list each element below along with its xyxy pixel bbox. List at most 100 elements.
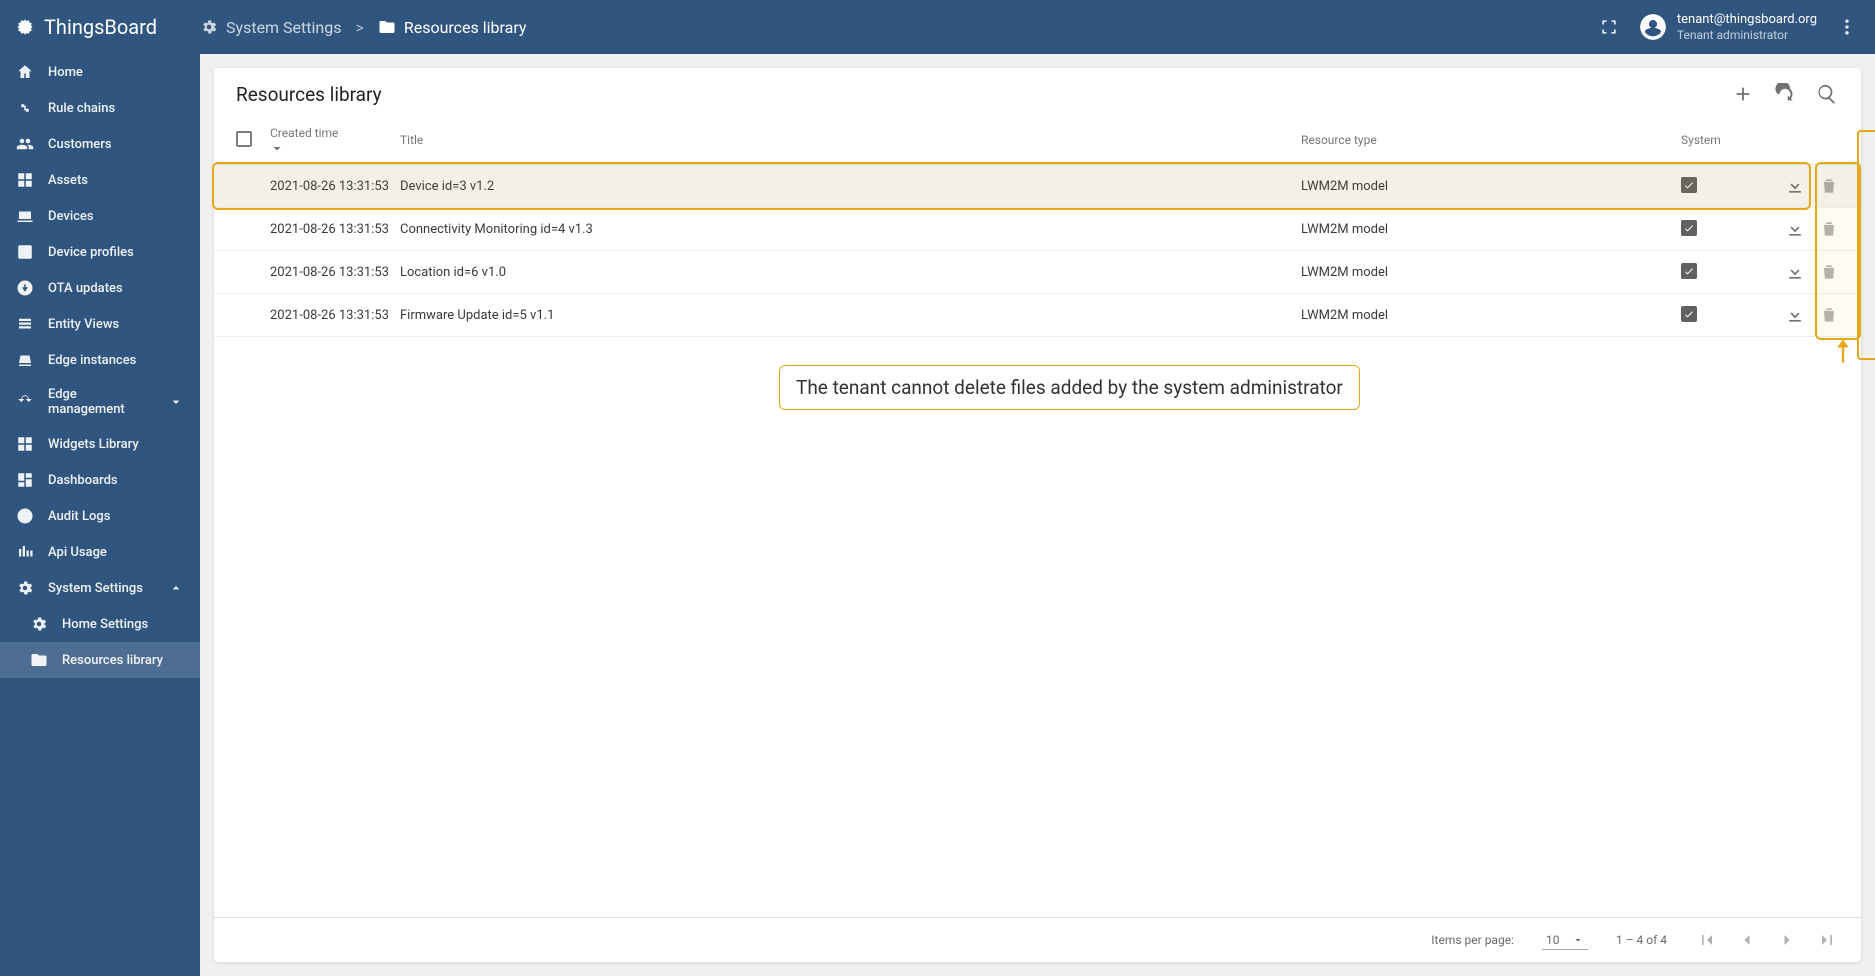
devices-icon [16,207,34,225]
resources-card: Resources library Created time [214,68,1861,962]
cell-title: Firmware Update id=5 v1.1 [400,308,1301,323]
breadcrumb-label: Resources library [404,18,527,37]
sidebar-item-assets[interactable]: Assets [0,162,200,198]
page-title: Resources library [236,83,382,106]
sidebar: Home Rule chains Customers Assets Device… [0,54,200,976]
sidebar-item-dashboards[interactable]: Dashboards [0,462,200,498]
refresh-button[interactable] [1773,82,1797,106]
sidebar-item-label: Rule chains [48,101,115,116]
sidebar-item-label: Widgets Library [48,437,139,452]
download-icon[interactable] [1785,176,1805,196]
chevron-down-icon [168,394,184,410]
cell-type: LWM2M model [1301,179,1681,194]
cell-created: 2021-08-26 13:31:53 [270,179,400,194]
sidebar-item-label: Edge instances [48,353,136,368]
breadcrumb-item-system-settings[interactable]: System Settings [200,18,341,37]
next-page-icon[interactable] [1775,928,1799,952]
download-icon[interactable] [1785,305,1805,325]
dashboard-icon [16,471,34,489]
more-vert-icon[interactable] [1835,15,1859,39]
table-row[interactable]: 2021-08-26 13:31:53 Firmware Update id=5… [214,294,1861,337]
topbar-actions: tenant@thingsboard.org Tenant administra… [1597,12,1859,42]
last-page-icon[interactable] [1815,928,1839,952]
table-body: 2021-08-26 13:31:53 Device id=3 v1.2 LWM… [214,165,1861,917]
search-button[interactable] [1815,82,1839,106]
sidebar-item-device-profiles[interactable]: Device profiles [0,234,200,270]
download-icon[interactable] [1785,219,1805,239]
sidebar-item-rule-chains[interactable]: Rule chains [0,90,200,126]
sort-desc-icon [270,140,400,154]
delete-icon[interactable] [1819,262,1839,282]
sidebar-item-home[interactable]: Home [0,54,200,90]
sidebar-item-label: Home [48,65,83,80]
sidebar-item-audit-logs[interactable]: Audit Logs [0,498,200,534]
gear-icon [200,18,218,36]
paginator-range: 1 – 4 of 4 [1616,933,1667,947]
cell-system [1681,220,1761,238]
sidebar-item-resources-library[interactable]: Resources library [0,642,200,678]
chevron-up-icon [168,580,184,596]
sidebar-item-label: Resources library [62,653,163,668]
home-icon [16,63,34,81]
sidebar-item-devices[interactable]: Devices [0,198,200,234]
views-icon [16,315,34,333]
widgets-icon [16,435,34,453]
sidebar-item-ota-updates[interactable]: OTA updates [0,270,200,306]
sidebar-item-label: Entity Views [48,317,119,332]
fullscreen-icon[interactable] [1597,15,1621,39]
cell-type: LWM2M model [1301,308,1681,323]
app-logo-icon [16,18,34,36]
sidebar-item-label: OTA updates [48,281,123,296]
first-page-icon[interactable] [1695,928,1719,952]
sidebar-item-widgets-library[interactable]: Widgets Library [0,426,200,462]
cell-created: 2021-08-26 13:31:53 [270,308,400,323]
table-row[interactable]: 2021-08-26 13:31:53 Device id=3 v1.2 LWM… [214,165,1861,208]
select-all-checkbox[interactable] [236,131,270,150]
sidebar-item-api-usage[interactable]: Api Usage [0,534,200,570]
rule-chain-icon [16,99,34,117]
cell-system [1681,263,1761,281]
paginator: Items per page: 10 1 – 4 of 4 [214,917,1861,962]
table-header: Created time Title Resource type System [214,120,1861,165]
delete-icon[interactable] [1819,305,1839,325]
cell-title: Connectivity Monitoring id=4 v1.3 [400,222,1301,237]
column-header-type[interactable]: Resource type [1301,133,1681,147]
sidebar-item-edge-management[interactable]: Edge management [0,378,200,426]
sidebar-item-label: Customers [48,137,112,152]
column-header-title[interactable]: Title [400,133,1301,147]
table-row[interactable]: 2021-08-26 13:31:53 Connectivity Monitor… [214,208,1861,251]
breadcrumb: System Settings > Resources library [200,18,526,37]
delete-icon[interactable] [1819,176,1839,196]
table-row[interactable]: 2021-08-26 13:31:53 Location id=6 v1.0 L… [214,251,1861,294]
download-icon[interactable] [1785,262,1805,282]
user-info: tenant@thingsboard.org Tenant administra… [1677,12,1817,42]
breadcrumb-label: System Settings [226,18,341,37]
cell-created: 2021-08-26 13:31:53 [270,222,400,237]
column-header-created[interactable]: Created time [270,126,400,154]
sidebar-item-customers[interactable]: Customers [0,126,200,162]
user-email: tenant@thingsboard.org [1677,12,1817,28]
annotation-callout: The tenant cannot delete files added by … [779,365,1360,410]
sidebar-item-label: Api Usage [48,545,107,560]
page-size-select[interactable]: 10 [1542,931,1588,950]
folder-icon [378,18,396,36]
sidebar-item-system-settings[interactable]: System Settings [0,570,200,606]
ota-icon [16,279,34,297]
user-menu[interactable]: tenant@thingsboard.org Tenant administra… [1639,12,1817,42]
annotation-arrow-icon [1829,337,1857,365]
sidebar-item-label: Audit Logs [48,509,110,524]
sidebar-item-home-settings[interactable]: Home Settings [0,606,200,642]
column-header-system[interactable]: System [1681,133,1761,147]
delete-icon[interactable] [1819,219,1839,239]
app-logo[interactable]: ThingsBoard [16,15,200,39]
breadcrumb-item-resources-library[interactable]: Resources library [378,18,527,37]
profile-icon [16,243,34,261]
folder-icon [30,651,48,669]
add-button[interactable] [1731,82,1755,106]
sidebar-item-entity-views[interactable]: Entity Views [0,306,200,342]
cell-system [1681,306,1761,324]
sidebar-item-edge-instances[interactable]: Edge instances [0,342,200,378]
app-name: ThingsBoard [44,15,157,39]
sidebar-item-label: Home Settings [62,617,148,632]
prev-page-icon[interactable] [1735,928,1759,952]
